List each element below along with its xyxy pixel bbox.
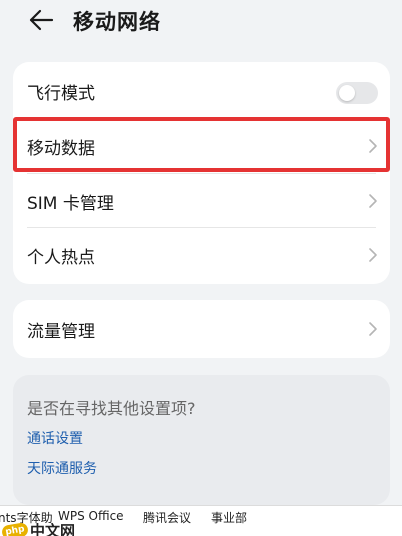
arrow-left-icon[interactable] <box>28 9 54 31</box>
sim-management-label: SIM 卡管理 <box>27 193 114 214</box>
chevron-right-icon <box>369 139 377 153</box>
suggestions-card: 是否在寻找其他设置项? 通话设置 天际通服务 <box>13 375 390 505</box>
mobile-data-label: 移动数据 <box>27 138 95 159</box>
sim-management-row[interactable]: SIM 卡管理 <box>13 174 390 228</box>
traffic-management-label: 流量管理 <box>27 321 95 342</box>
hotspot-row[interactable]: 个人热点 <box>13 228 390 282</box>
suggestions-title: 是否在寻找其他设置项? <box>27 399 196 418</box>
chevron-right-icon <box>369 322 377 336</box>
chevron-right-icon <box>369 194 377 208</box>
chevron-right-icon <box>369 248 377 262</box>
page-title: 移动网络 <box>73 10 161 34</box>
call-settings-link[interactable]: 通话设置 <box>27 428 83 448</box>
traffic-card: 流量管理 <box>13 300 390 358</box>
php-cn-logo: php 中文网 <box>0 520 76 536</box>
taskbar: nts字体助 WPS Office 腾讯会议 事业部 php 中文网 <box>0 505 402 536</box>
hotspot-label: 个人热点 <box>27 247 95 268</box>
mobile-data-row[interactable]: 移动数据 <box>13 119 390 173</box>
airplane-mode-label: 飞行模式 <box>27 83 95 104</box>
taskbar-item[interactable]: 腾讯会议 <box>143 509 191 526</box>
php-logo-text: 中文网 <box>30 522 76 536</box>
airplane-mode-toggle[interactable] <box>336 82 378 104</box>
airplane-mode-row: 飞行模式 <box>13 64 390 118</box>
traffic-management-row[interactable]: 流量管理 <box>13 302 390 356</box>
toggle-knob <box>339 85 355 101</box>
tianjitong-service-link[interactable]: 天际通服务 <box>27 458 97 478</box>
php-logo-mark: php <box>0 521 30 536</box>
settings-card: 飞行模式 移动数据 SIM 卡管理 个人热点 <box>13 62 390 284</box>
header: 移动网络 <box>0 0 402 44</box>
taskbar-item[interactable]: 事业部 <box>211 509 247 526</box>
